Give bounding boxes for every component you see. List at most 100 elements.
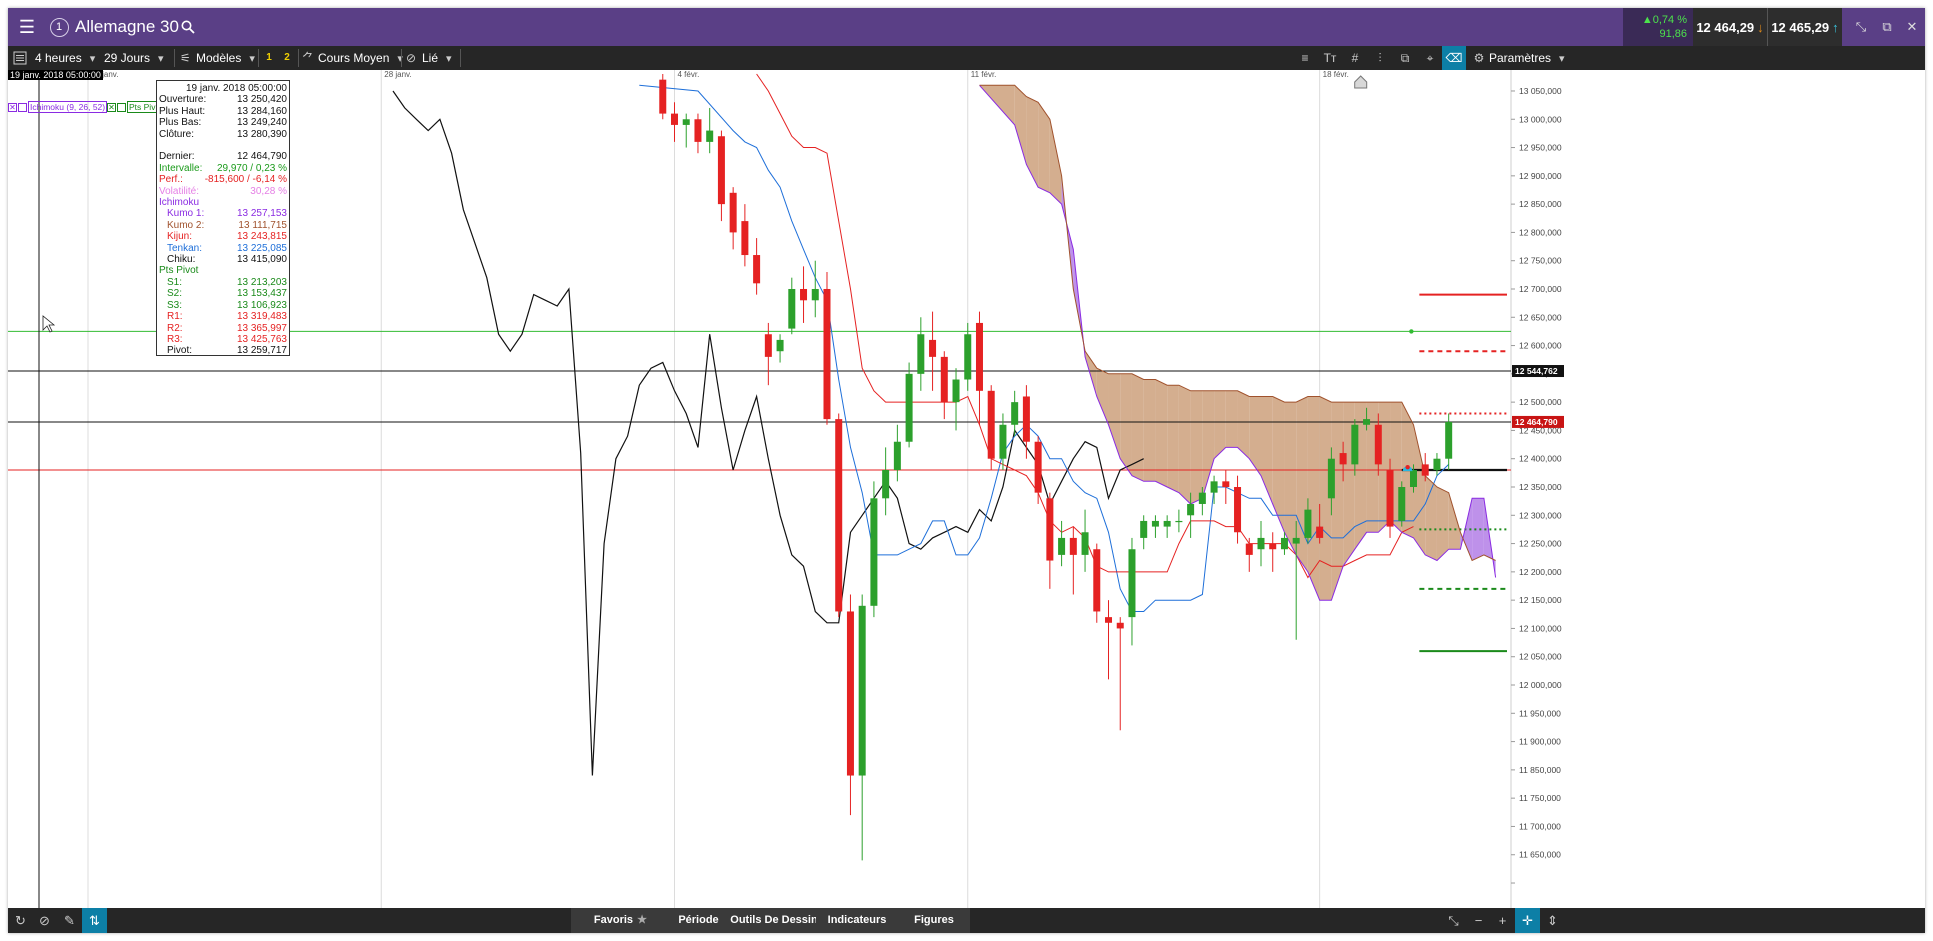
kumo-fill [1178, 385, 1191, 504]
change-points: 91,86 [1659, 28, 1687, 40]
layout-1-button[interactable]: 1 [262, 51, 276, 65]
pivots-value: 13 425,763 [236, 333, 287, 345]
candles-icon[interactable]: ⫶ [1368, 46, 1392, 70]
ichimoku-value: 13 243,815 [236, 231, 287, 243]
kumo-fill [1249, 396, 1261, 476]
align-right-icon[interactable]: ≡ [1293, 46, 1317, 70]
x-tick-label: 4 févr. [678, 70, 700, 79]
zoom-in-icon[interactable]: + [1490, 908, 1515, 933]
pivots-row: R1: 13 319,483 [159, 311, 287, 322]
search-icon[interactable] [176, 8, 200, 46]
text-size-icon[interactable]: Tт [1318, 46, 1342, 70]
settings-dropdown[interactable]: Paramètres [1489, 46, 1565, 70]
candle-body [1093, 549, 1101, 612]
candle-body [1409, 470, 1417, 487]
grid-icon[interactable]: # [1343, 46, 1367, 70]
period-label: Période [678, 914, 719, 926]
remove-pivot-icon[interactable]: ✕ [107, 102, 116, 112]
candle-body [753, 255, 761, 284]
info-open-row: Ouverture: 13 250,420 [159, 94, 287, 105]
cancel-icon[interactable]: ⊘ [32, 908, 57, 933]
info-interval-label: Intervalle: [159, 162, 203, 174]
window-number-button[interactable]: 1 [46, 8, 72, 46]
range-dropdown[interactable]: 29 Jours [104, 46, 164, 70]
interval-dropdown[interactable]: 4 heures [35, 46, 95, 70]
candle-body [706, 130, 714, 142]
hamburger-menu-icon[interactable]: ☰ [8, 8, 46, 46]
layers-icon[interactable]: ⧉ [1393, 46, 1417, 70]
info-perf-row: Perf.: -815,600 / -6,14 % [159, 174, 287, 185]
list-icon[interactable] [13, 46, 29, 70]
close-icon[interactable]: ✕ [1899, 8, 1925, 46]
candle-body [1351, 424, 1359, 465]
candle-body [1433, 458, 1441, 471]
pencil-icon[interactable]: ✎ [57, 908, 82, 933]
y-tick-label: 13 000,000 [1519, 114, 1562, 124]
drawing-tools-tab[interactable]: Outils De Dessin [726, 908, 822, 933]
candle-body [717, 136, 725, 205]
vertical-fit-icon[interactable]: ⇕ [1540, 908, 1565, 933]
window-number: 1 [49, 17, 69, 37]
instrument-title[interactable]: Allemagne 30 [75, 8, 179, 46]
zoom-out-icon[interactable]: − [1466, 908, 1491, 933]
candle-body [823, 288, 831, 420]
crosshair-mode-icon[interactable]: ✛ [1515, 908, 1540, 933]
ichimoku-value: 13 257,153 [236, 208, 287, 220]
ichimoku-row: Tenkan: 13 225,085 [159, 243, 287, 254]
fit-icon[interactable]: ⤡ [1441, 908, 1466, 933]
price-type-dropdown[interactable]: Cours Moyen [318, 46, 403, 70]
gear-icon[interactable]: ⚙ [1467, 46, 1491, 70]
remove-ichimoku-icon[interactable]: ✕ [8, 102, 17, 112]
candle-body [1363, 419, 1371, 425]
y-tick-label: 12 650,000 [1519, 312, 1562, 322]
home-marker-icon [1354, 75, 1368, 89]
buy-price-button[interactable]: 12 465,29 ↑ [1767, 8, 1842, 46]
link-dropdown[interactable]: Lié [422, 46, 452, 70]
candle-body [811, 288, 819, 301]
y-tick-label: 12 250,000 [1519, 539, 1562, 549]
indicators-label: Indicateurs [827, 914, 887, 926]
chart-area[interactable]: 21 janv. 28 janv. 4 févr. 11 févr. 18 févr. 1… [8, 70, 1925, 908]
link-icon: ⊘ [406, 51, 417, 65]
chiku-line [392, 90, 1144, 776]
ichimoku-indicator-tag[interactable]: ✕ _ Ichimoku (9, 26, 52) [8, 101, 108, 113]
candle-body [1210, 481, 1218, 493]
y-tick-label: 13 050,000 [1519, 86, 1562, 96]
crosshair-icon[interactable]: ⌖ [1418, 46, 1442, 70]
collapse-icon[interactable]: ⤡ [1848, 8, 1874, 46]
info-last-row: Dernier: 12 464,790 [159, 151, 287, 162]
models-dropdown[interactable]: Modèles [196, 46, 255, 70]
swap-icon[interactable]: ⇅ [82, 908, 107, 933]
layout-2-button[interactable]: 2 [280, 51, 294, 65]
candle-body [1187, 503, 1195, 516]
ichimoku-value: 13 225,085 [236, 242, 287, 254]
kumo-fill [1225, 390, 1238, 448]
candle-body [999, 424, 1007, 459]
favorites-label: Favoris [593, 914, 634, 926]
candle-body [1339, 453, 1347, 465]
eraser-icon[interactable]: ⌫ [1442, 46, 1466, 70]
ichimoku-label: Kumo 1: [167, 208, 205, 220]
pivots-row: Pivot: 13 259,717 [159, 345, 287, 356]
candle-body [1374, 424, 1382, 465]
star-icon[interactable]: ★ [632, 908, 652, 933]
candle-body [1175, 520, 1183, 523]
info-high-row: Plus Haut: 13 284,160 [159, 106, 287, 117]
candle-body [659, 79, 667, 114]
pivot-indicator-tag[interactable]: ✕ _ Pts Piv [107, 101, 158, 113]
sell-price-button[interactable]: 12 464,29 ↓ [1693, 8, 1767, 46]
pivots-value: 13 319,483 [236, 311, 287, 323]
candle-body [1151, 520, 1159, 527]
minimize-pivot-icon[interactable]: _ [117, 102, 126, 112]
y-tick-label: 12 700,000 [1519, 284, 1562, 294]
x-tick-label: 18 févr. [1323, 70, 1349, 79]
minimize-ichimoku-icon[interactable]: _ [18, 102, 27, 112]
price-chart[interactable]: 21 janv. 28 janv. 4 févr. 11 févr. 18 févr.1… [8, 70, 1925, 908]
refresh-icon[interactable]: ↻ [8, 908, 33, 933]
figures-tab[interactable]: Figures [898, 908, 970, 933]
indicators-tab[interactable]: Indicateurs [816, 908, 898, 933]
price-type-label: Cours Moyen [318, 51, 390, 65]
pivots-label: R1: [167, 311, 183, 323]
ichimoku-row: Kumo 2: 13 111,715 [159, 220, 287, 231]
popout-icon[interactable]: ⧉ [1874, 8, 1900, 46]
